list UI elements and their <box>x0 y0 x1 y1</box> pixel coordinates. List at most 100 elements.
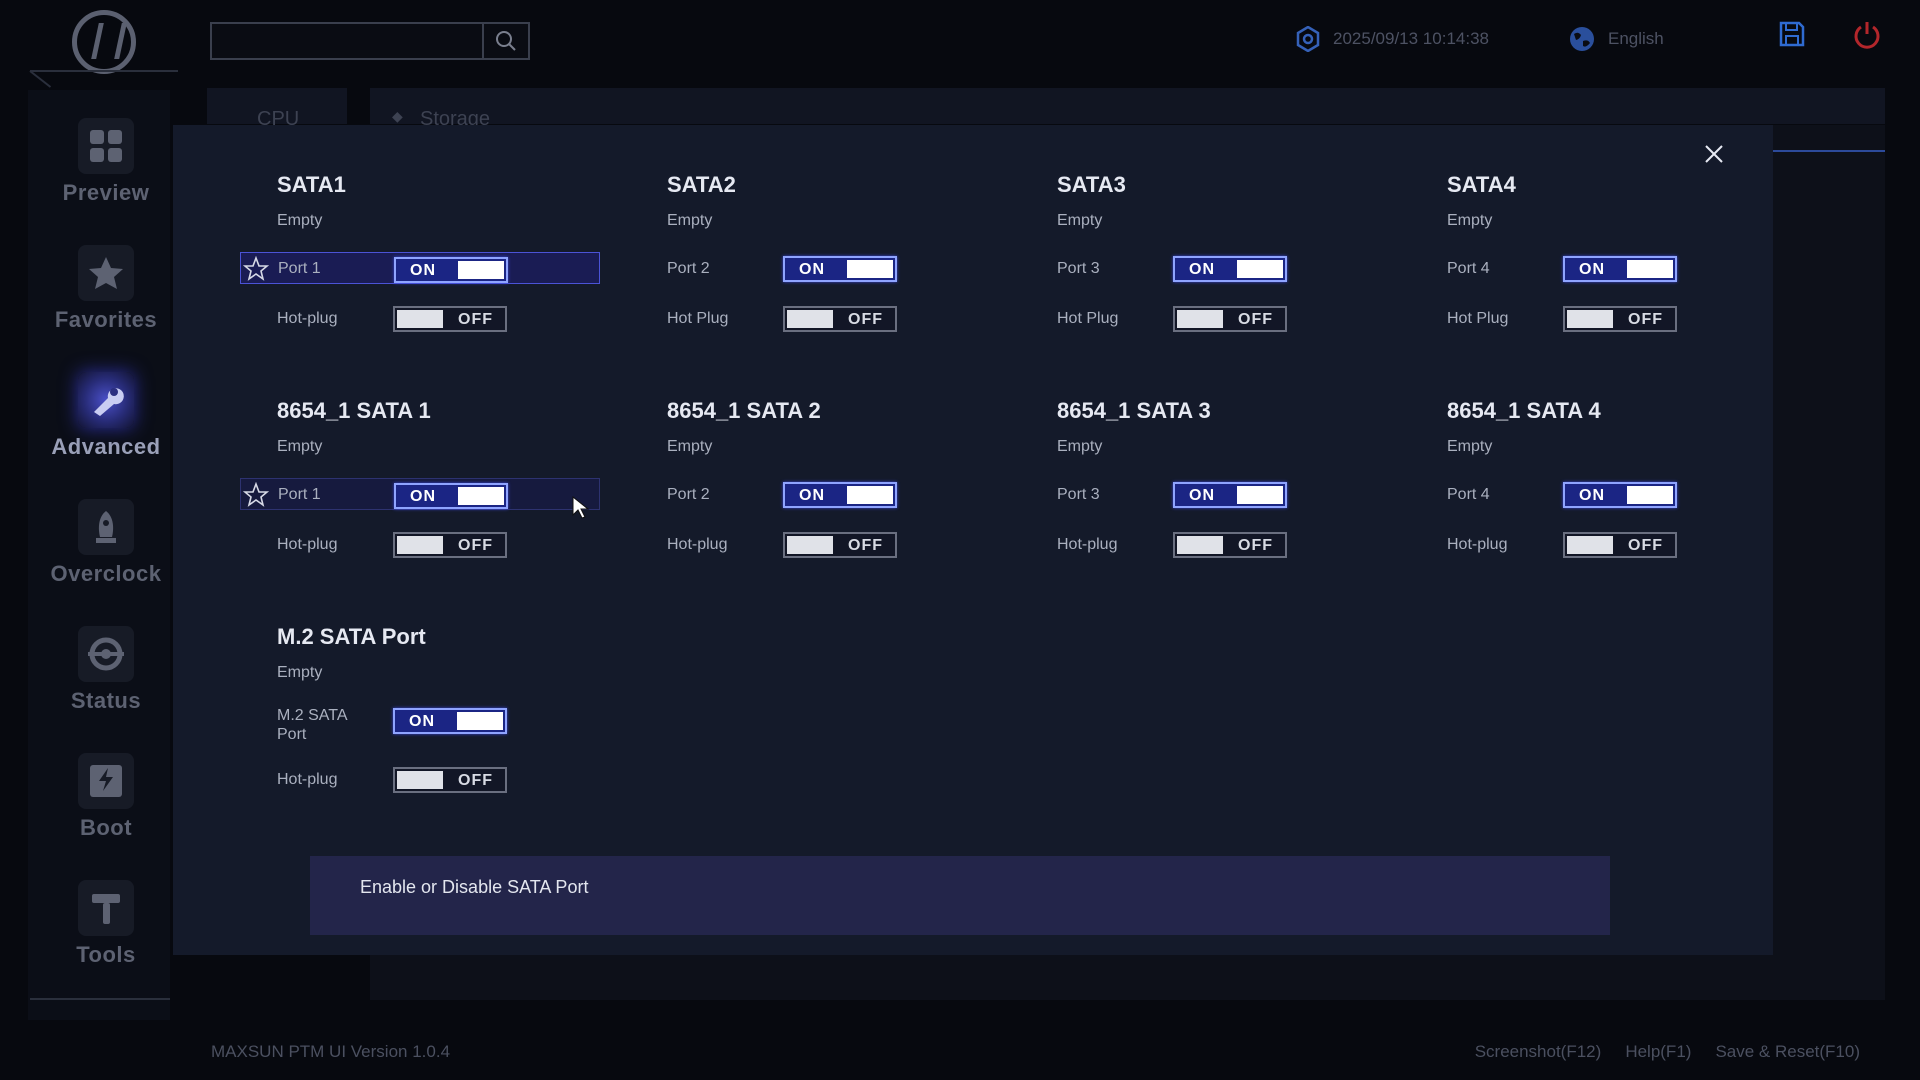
toggle-knob <box>1627 260 1673 278</box>
setting-label: Port 3 <box>1057 485 1100 503</box>
sidebar-item-favorites[interactable]: Favorites <box>28 245 184 345</box>
hotplug-setting-row[interactable]: Hot Plug OFF <box>1020 302 1380 334</box>
port-toggle[interactable]: ON <box>783 482 897 508</box>
port-setting-row[interactable]: Port 3 ON <box>1020 478 1380 510</box>
setting-label: Port 1 <box>278 485 321 503</box>
toggle-state: OFF <box>1628 311 1663 328</box>
sata-group: SATA4 Empty Port 4 ON Hot Plug OFF <box>1447 172 1807 332</box>
search-input[interactable] <box>212 24 484 58</box>
hotplug-setting-row[interactable]: Hot-plug OFF <box>1020 528 1380 560</box>
hotplug-setting-row[interactable]: Hot-plug OFF <box>240 763 600 795</box>
toggle-knob <box>458 487 504 505</box>
setting-label: Port 4 <box>1447 485 1490 503</box>
hotplug-toggle[interactable]: OFF <box>393 306 507 332</box>
port-toggle[interactable]: ON <box>1173 482 1287 508</box>
port-setting-row[interactable]: Port 4 ON <box>1410 252 1770 284</box>
footer-shortcuts: Screenshot(F12) Help(F1) Save & Reset(F1… <box>1475 1042 1860 1062</box>
drive-status: Empty <box>1057 438 1103 455</box>
sidebar-item-preview[interactable]: Preview <box>28 118 184 218</box>
port-toggle[interactable]: ON <box>394 257 508 283</box>
save-button[interactable] <box>1778 20 1808 50</box>
port-setting-row[interactable]: Port 4 ON <box>1410 478 1770 510</box>
hotplug-setting-row[interactable]: Hot-plug OFF <box>1410 528 1770 560</box>
toggle-state: ON <box>799 487 825 504</box>
sidebar-item-advanced[interactable]: Advanced <box>28 372 184 472</box>
search-button[interactable] <box>482 24 528 58</box>
hotplug-toggle[interactable]: OFF <box>783 306 897 332</box>
sidebar-item-tools[interactable]: Tools <box>28 880 184 980</box>
sidebar-item-label: Advanced <box>51 434 161 459</box>
port-setting-row[interactable]: Port 2 ON <box>630 252 990 284</box>
drive-status: Empty <box>1447 212 1493 229</box>
save-reset-shortcut[interactable]: Save & Reset(F10) <box>1715 1042 1860 1062</box>
sidebar-item-status[interactable]: Status <box>28 626 184 726</box>
port-setting-row[interactable]: Port 3 ON <box>1020 252 1380 284</box>
sidebar-item-label: Status <box>70 688 142 713</box>
setting-label: Port 2 <box>667 259 710 277</box>
group-title: 8654_1 SATA 3 <box>1057 398 1211 423</box>
power-icon <box>1854 22 1880 49</box>
drive-status: Empty <box>277 664 323 681</box>
help-description-text: Enable or Disable SATA Port <box>360 877 589 897</box>
port-setting-row[interactable]: Port 2 ON <box>630 478 990 510</box>
toggle-state: ON <box>409 713 435 730</box>
datetime-text: 2025/09/13 10:14:38 <box>1333 29 1489 48</box>
setting-label: Hot-plug <box>1057 535 1118 553</box>
power-button[interactable] <box>1852 20 1882 50</box>
toggle-state: OFF <box>1238 311 1273 328</box>
toggle-state: ON <box>1189 261 1215 278</box>
toggle-knob <box>787 536 833 554</box>
screenshot-shortcut[interactable]: Screenshot(F12) <box>1475 1042 1602 1062</box>
port-toggle[interactable]: ON <box>1563 482 1677 508</box>
tab-storage[interactable]: ◆ Storage <box>370 88 1885 130</box>
sata-group: 8654_1 SATA 4 Empty Port 4 ON Hot-plug O… <box>1447 398 1807 558</box>
setting-label: Hot-plug <box>277 535 338 553</box>
hotplug-toggle[interactable]: OFF <box>1173 306 1287 332</box>
port-toggle[interactable]: ON <box>1173 256 1287 282</box>
port-setting-row[interactable]: Port 1 ON <box>240 252 600 284</box>
setting-label: Hot-plug <box>667 535 728 553</box>
help-shortcut[interactable]: Help(F1) <box>1625 1042 1691 1062</box>
mouse-cursor-icon <box>572 496 590 519</box>
drive-status: Empty <box>667 438 713 455</box>
hotplug-setting-row[interactable]: Hot-plug OFF <box>240 302 600 334</box>
sidebar-item-label: Tools <box>76 942 136 967</box>
hotplug-setting-row[interactable]: Hot-plug OFF <box>240 528 600 560</box>
grid-icon <box>78 118 134 174</box>
hotplug-toggle[interactable]: OFF <box>393 532 507 558</box>
sidebar-item-boot[interactable]: Boot <box>28 753 184 853</box>
version-text: MAXSUN PTM UI Version 1.0.4 <box>211 1042 451 1061</box>
hotplug-toggle[interactable]: OFF <box>1563 532 1677 558</box>
favorite-star-icon[interactable] <box>243 482 269 508</box>
hotplug-setting-row[interactable]: Hot Plug OFF <box>1410 302 1770 334</box>
hotplug-toggle[interactable]: OFF <box>783 532 897 558</box>
hotplug-setting-row[interactable]: Hot Plug OFF <box>630 302 990 334</box>
favorite-star-icon[interactable] <box>243 256 269 282</box>
toggle-knob <box>397 536 443 554</box>
toggle-state: ON <box>410 488 436 505</box>
toggle-state: OFF <box>848 537 883 554</box>
port-toggle[interactable]: ON <box>393 708 507 734</box>
language-selector[interactable]: English <box>1568 22 1664 56</box>
port-toggle[interactable]: ON <box>394 483 508 509</box>
tab-cpu[interactable]: CPU <box>207 88 347 130</box>
hotplug-setting-row[interactable]: Hot-plug OFF <box>630 528 990 560</box>
toggle-knob <box>1567 536 1613 554</box>
sata-group: 8654_1 SATA 2 Empty Port 2 ON Hot-plug O… <box>667 398 1027 558</box>
port-setting-row[interactable]: M.2 SATA Port ON <box>240 704 600 746</box>
toggle-state: ON <box>1189 487 1215 504</box>
port-setting-row[interactable]: Port 1 ON <box>240 478 600 510</box>
toggle-state: OFF <box>458 772 493 789</box>
sidebar-item-overclock[interactable]: Overclock <box>28 499 184 599</box>
rocket-icon <box>78 499 134 555</box>
port-toggle[interactable]: ON <box>783 256 897 282</box>
setting-label: Port 3 <box>1057 259 1100 277</box>
hotplug-toggle[interactable]: OFF <box>1563 306 1677 332</box>
setting-label: Port 2 <box>667 485 710 503</box>
hotplug-toggle[interactable]: OFF <box>393 767 507 793</box>
close-button[interactable] <box>1700 140 1728 168</box>
hotplug-toggle[interactable]: OFF <box>1173 532 1287 558</box>
toggle-knob <box>1237 260 1283 278</box>
port-toggle[interactable]: ON <box>1563 256 1677 282</box>
setting-label: Port 1 <box>278 259 321 277</box>
